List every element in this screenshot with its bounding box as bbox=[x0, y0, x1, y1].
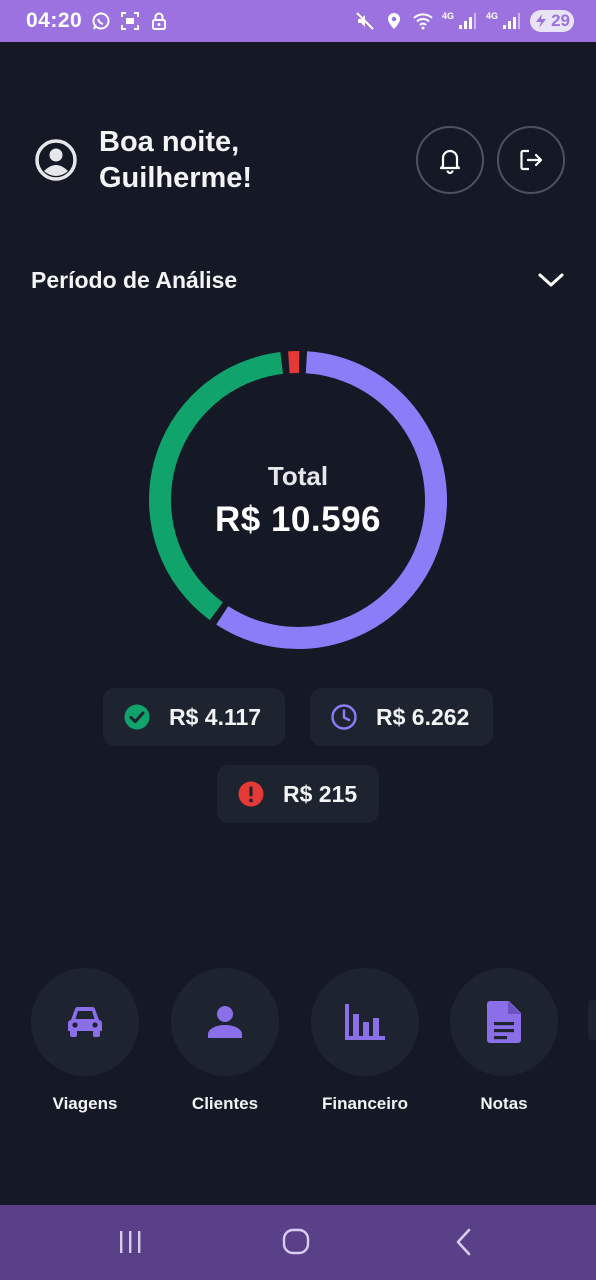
action-clientes[interactable]: Clientes bbox=[170, 968, 280, 1114]
battery-level: 29 bbox=[551, 11, 570, 30]
total-value: R$ 10.596 bbox=[214, 499, 382, 539]
wifi-icon bbox=[413, 13, 433, 30]
status-bar: 04:20 4G 4G 29 bbox=[0, 0, 596, 42]
whatsapp-icon bbox=[92, 12, 110, 30]
scroll-hint bbox=[588, 1000, 596, 1040]
summary-donut: Total R$ 10.596 bbox=[148, 350, 448, 650]
overdue-value: R$ 215 bbox=[283, 780, 358, 807]
check-circle-icon bbox=[124, 704, 150, 730]
home-button[interactable] bbox=[276, 1227, 316, 1257]
action-notas[interactable]: Notas bbox=[449, 968, 559, 1114]
document-icon bbox=[487, 1001, 521, 1043]
system-nav-bar bbox=[0, 1205, 596, 1280]
recent-apps-button[interactable] bbox=[110, 1227, 150, 1257]
recent-apps-icon bbox=[120, 1231, 141, 1253]
paid-chip[interactable]: R$ 4.117 bbox=[103, 688, 285, 746]
battery-indicator: 29 bbox=[530, 10, 574, 32]
alert-circle-icon bbox=[238, 781, 264, 807]
action-viagens-circle[interactable] bbox=[31, 968, 139, 1076]
donut-center: Total R$ 10.596 bbox=[148, 350, 448, 650]
period-selector[interactable]: Período de Análise bbox=[31, 262, 565, 298]
location-icon bbox=[387, 13, 400, 29]
car-icon bbox=[68, 1006, 102, 1037]
action-financeiro-circle[interactable] bbox=[311, 968, 419, 1076]
quick-actions: Viagens Clientes Financeiro Notas bbox=[0, 968, 596, 1118]
lock-icon bbox=[152, 12, 167, 30]
status-left: 04:20 bbox=[26, 9, 169, 33]
pending-chip[interactable]: R$ 6.262 bbox=[310, 688, 493, 746]
back-icon bbox=[456, 1228, 471, 1256]
action-financeiro[interactable]: Financeiro bbox=[310, 968, 420, 1114]
network-type-label: 4G bbox=[485, 11, 498, 21]
network-type-label: 4G bbox=[441, 11, 454, 21]
header: Boa noite, Guilherme! bbox=[0, 118, 596, 198]
status-right: 4G 4G 29 bbox=[355, 10, 574, 32]
action-financeiro-label: Financeiro bbox=[322, 1094, 408, 1113]
overdue-chip[interactable]: R$ 215 bbox=[217, 765, 379, 823]
bell-icon bbox=[439, 149, 461, 175]
action-clientes-label: Clientes bbox=[191, 1094, 259, 1113]
greeting-line-1: Boa noite, bbox=[99, 126, 240, 158]
signal-icon bbox=[458, 13, 476, 29]
greeting: Boa noite, Guilherme! bbox=[99, 124, 252, 196]
user-avatar-icon[interactable] bbox=[34, 138, 78, 182]
period-label: Período de Análise bbox=[31, 266, 238, 293]
pending-value: R$ 6.262 bbox=[376, 703, 470, 730]
greeting-line-2: Guilherme! bbox=[99, 162, 253, 194]
action-notas-label: Notas bbox=[480, 1094, 528, 1113]
home-icon bbox=[282, 1228, 310, 1255]
person-icon bbox=[208, 1006, 242, 1038]
action-viagens-label: Viagens bbox=[52, 1094, 118, 1113]
back-button[interactable] bbox=[444, 1227, 484, 1257]
logout-button[interactable] bbox=[497, 126, 565, 194]
status-time: 04:20 bbox=[26, 9, 83, 32]
action-notas-circle[interactable] bbox=[450, 968, 558, 1076]
action-viagens[interactable]: Viagens bbox=[30, 968, 140, 1114]
clock-icon bbox=[331, 704, 357, 730]
bar-chart-icon bbox=[345, 1004, 385, 1040]
action-clientes-circle[interactable] bbox=[171, 968, 279, 1076]
chevron-down-icon[interactable] bbox=[537, 270, 565, 290]
mute-icon bbox=[356, 12, 374, 30]
notifications-button[interactable] bbox=[416, 126, 484, 194]
screenshot-icon bbox=[121, 12, 140, 30]
paid-value: R$ 4.117 bbox=[169, 703, 262, 730]
total-label: Total bbox=[267, 460, 329, 491]
logout-icon bbox=[520, 149, 543, 171]
signal-icon bbox=[503, 13, 520, 29]
battery-icon bbox=[536, 14, 546, 28]
